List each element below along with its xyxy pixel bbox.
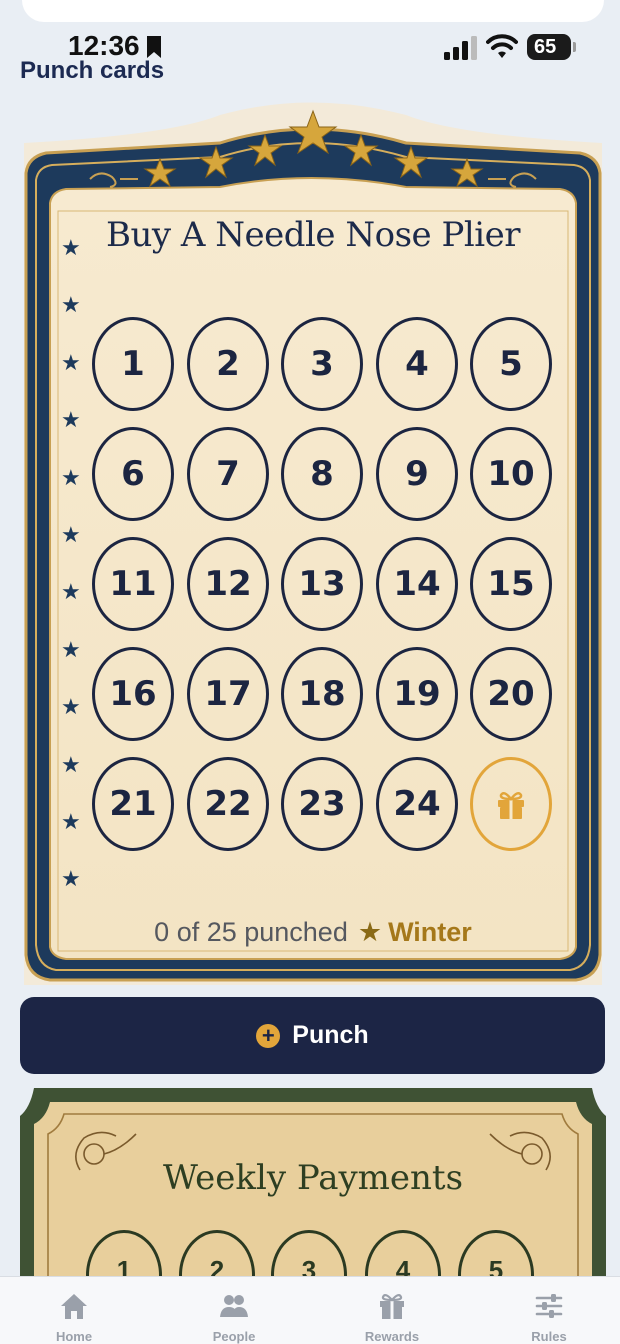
punch-button[interactable]: + Punch — [20, 997, 605, 1074]
side-star-icon: ★ — [61, 579, 81, 605]
punched-count: 0 of 25 punched — [154, 917, 348, 947]
side-star-icon: ★ — [61, 809, 81, 834]
punch-slot[interactable]: 9 — [376, 427, 458, 521]
sliders-icon — [535, 1294, 563, 1318]
punch-slot[interactable]: 14 — [376, 537, 458, 631]
side-star-icon: ★ — [61, 464, 81, 490]
side-star-icon: ★ — [61, 292, 81, 318]
card-status: 0 of 25 punched ★ Winter — [20, 917, 606, 948]
side-star-icon: ★ — [61, 407, 81, 433]
wifi-icon — [486, 34, 518, 58]
punch-slot[interactable]: 5 — [470, 317, 552, 411]
side-star-icon: ★ — [61, 349, 81, 375]
home-icon — [61, 1294, 87, 1319]
punch-slot[interactable]: 8 — [281, 427, 363, 521]
punch-slot[interactable]: 16 — [92, 647, 174, 741]
punch-slot[interactable]: 6 — [92, 427, 174, 521]
season-label: Winter — [388, 917, 472, 947]
star-icon: ★ — [357, 917, 383, 947]
punch-card-needle-nose-plier[interactable]: Buy A Needle Nose Plier ★ ★ ★ ★ ★ ★ ★ ★ ★ ★ ★ ★ 123… — [20, 95, 606, 990]
gift-icon — [380, 1293, 404, 1319]
gift-icon — [498, 792, 524, 819]
tab-rewards-label: Rewards — [364, 1329, 420, 1344]
side-star-icon: ★ — [61, 522, 81, 547]
side-star-icon: ★ — [61, 866, 81, 892]
punch-slot[interactable]: 1 — [92, 317, 174, 411]
punch-slot[interactable]: 21 — [92, 757, 174, 851]
tab-people[interactable]: People — [189, 1291, 279, 1344]
tab-rules-label: Rules — [531, 1329, 567, 1344]
punch-slot[interactable]: 19 — [376, 647, 458, 741]
punch-slot[interactable]: 18 — [281, 647, 363, 741]
reward-slot[interactable] — [470, 757, 552, 851]
punch-slot[interactable]: 7 — [187, 427, 269, 521]
punch-slot[interactable]: 22 — [187, 757, 269, 851]
tab-rewards[interactable]: Rewards — [347, 1291, 437, 1344]
side-star-icon: ★ — [61, 694, 81, 720]
tab-bar: Home People Rewards Rules — [0, 1276, 620, 1344]
side-star-icon: ★ — [61, 235, 81, 260]
people-icon — [220, 1295, 248, 1317]
punch-slot[interactable]: 12 — [187, 537, 269, 631]
punch-slot[interactable]: 2 — [187, 317, 269, 411]
punch-slot[interactable]: 15 — [470, 537, 552, 631]
punch-slot[interactable]: 3 — [281, 317, 363, 411]
tab-rules[interactable]: Rules — [504, 1291, 594, 1344]
tab-home-label: Home — [55, 1329, 93, 1344]
battery-icon: 65 — [527, 34, 576, 60]
signal-icon — [444, 36, 477, 60]
punch-slot[interactable]: 10 — [470, 427, 552, 521]
tab-home[interactable]: Home — [29, 1291, 119, 1344]
tab-people-label: People — [212, 1329, 256, 1344]
punch-slot[interactable]: 13 — [281, 537, 363, 631]
punch-slot[interactable]: 17 — [187, 647, 269, 741]
page-title: Punch cards — [20, 57, 165, 84]
side-star-icon: ★ — [61, 636, 81, 662]
punch-slot[interactable]: 20 — [470, 647, 552, 741]
punch-slot[interactable]: 11 — [92, 537, 174, 631]
card-title: Buy A Needle Nose Plier — [106, 215, 520, 255]
punch-card-weekly-payments[interactable]: Weekly Payments 12345 — [20, 1088, 606, 1278]
punch-slot[interactable]: 24 — [376, 757, 458, 851]
card2-title: Weekly Payments — [162, 1158, 464, 1198]
bookmark-icon — [147, 36, 161, 58]
plus-circle-icon: + — [256, 1023, 281, 1048]
punch-slot[interactable]: 23 — [281, 757, 363, 851]
punch-slot[interactable]: 4 — [376, 317, 458, 411]
punch-button-label: Punch — [292, 1021, 369, 1049]
side-star-icon: ★ — [61, 751, 81, 777]
